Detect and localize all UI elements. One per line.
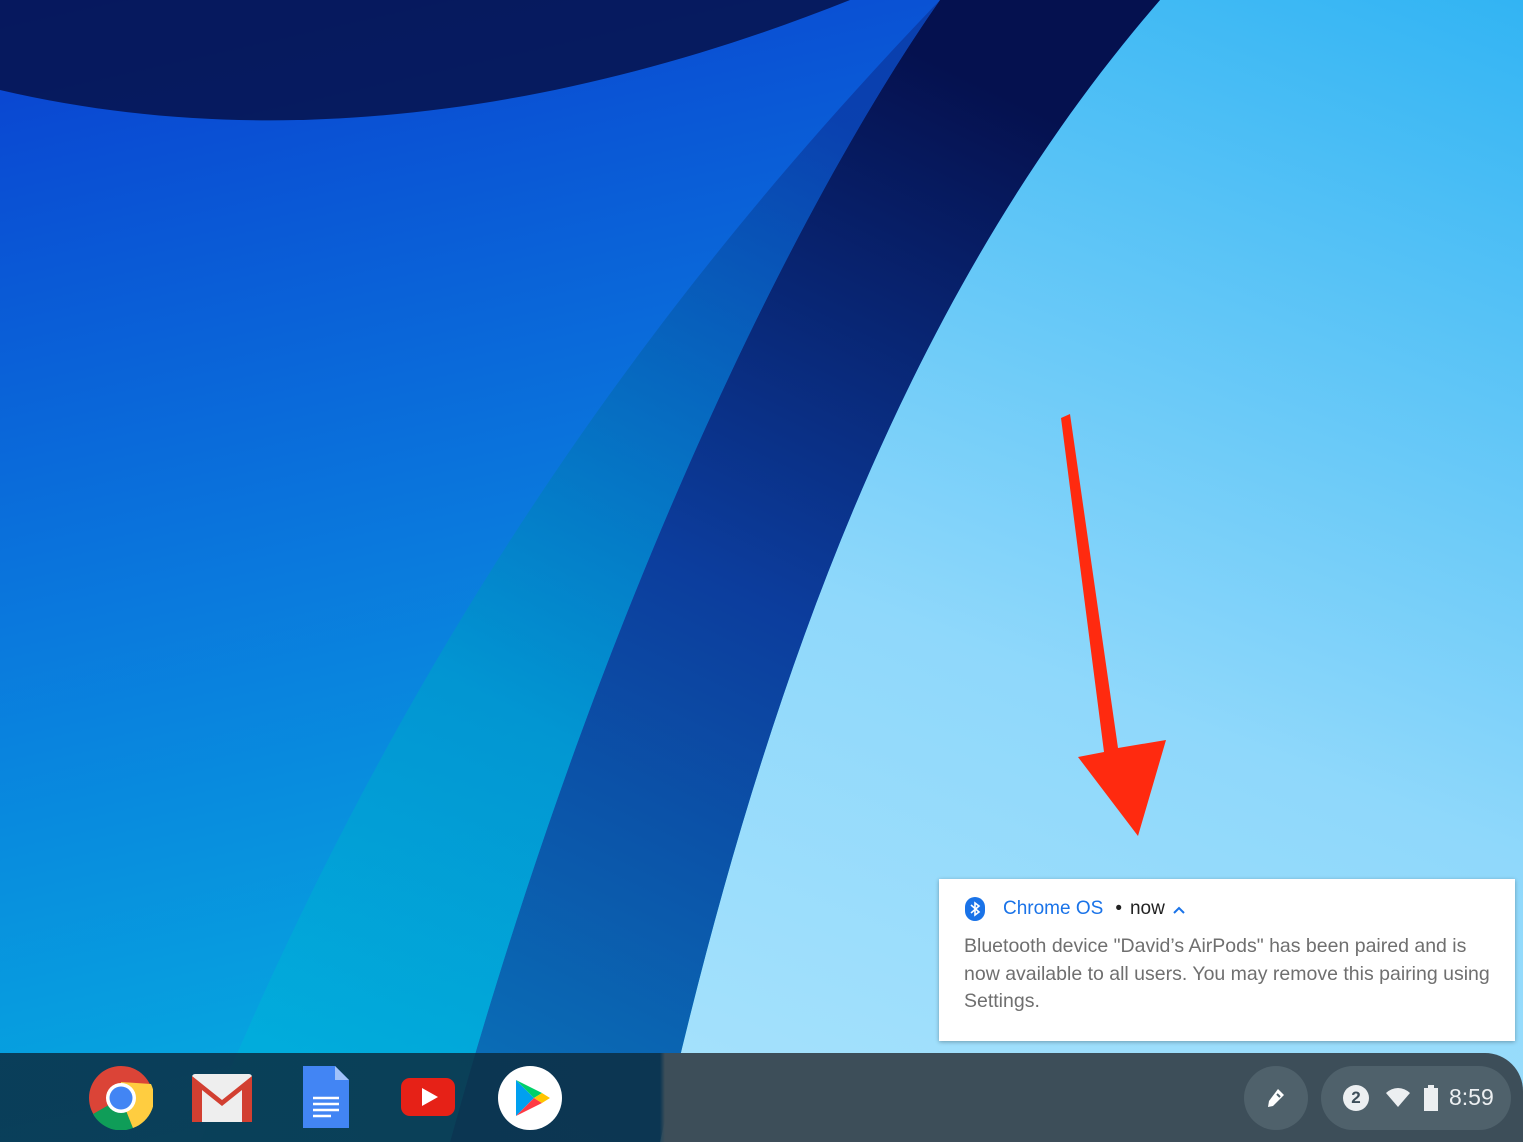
notification-count-badge: 2: [1343, 1085, 1369, 1111]
battery-icon: [1424, 1085, 1438, 1111]
chevron-up-icon[interactable]: [1173, 901, 1185, 917]
bluetooth-icon: [965, 897, 985, 921]
clock[interactable]: 8:59: [1449, 1084, 1494, 1111]
stylus-tools-button[interactable]: [1244, 1066, 1308, 1130]
chrome-app-icon[interactable]: [89, 1066, 155, 1131]
notification-message: Bluetooth device "David’s AirPods" has b…: [964, 935, 1490, 1012]
google-docs-app-icon[interactable]: [295, 1066, 359, 1130]
notification-header: Chrome OS • now: [965, 897, 1185, 921]
wifi-icon: [1386, 1088, 1410, 1107]
youtube-app-icon[interactable]: [396, 1066, 460, 1130]
gmail-app-icon[interactable]: [190, 1066, 254, 1130]
notification-time: now: [1129, 898, 1165, 919]
bluetooth-notification[interactable]: Chrome OS • now Bluetooth device "David’…: [939, 879, 1515, 1041]
notification-app-name: Chrome OS: [1003, 898, 1104, 919]
separator-dot: •: [1115, 898, 1122, 919]
play-store-app-icon[interactable]: [498, 1066, 562, 1130]
pen-icon: [1268, 1089, 1284, 1107]
